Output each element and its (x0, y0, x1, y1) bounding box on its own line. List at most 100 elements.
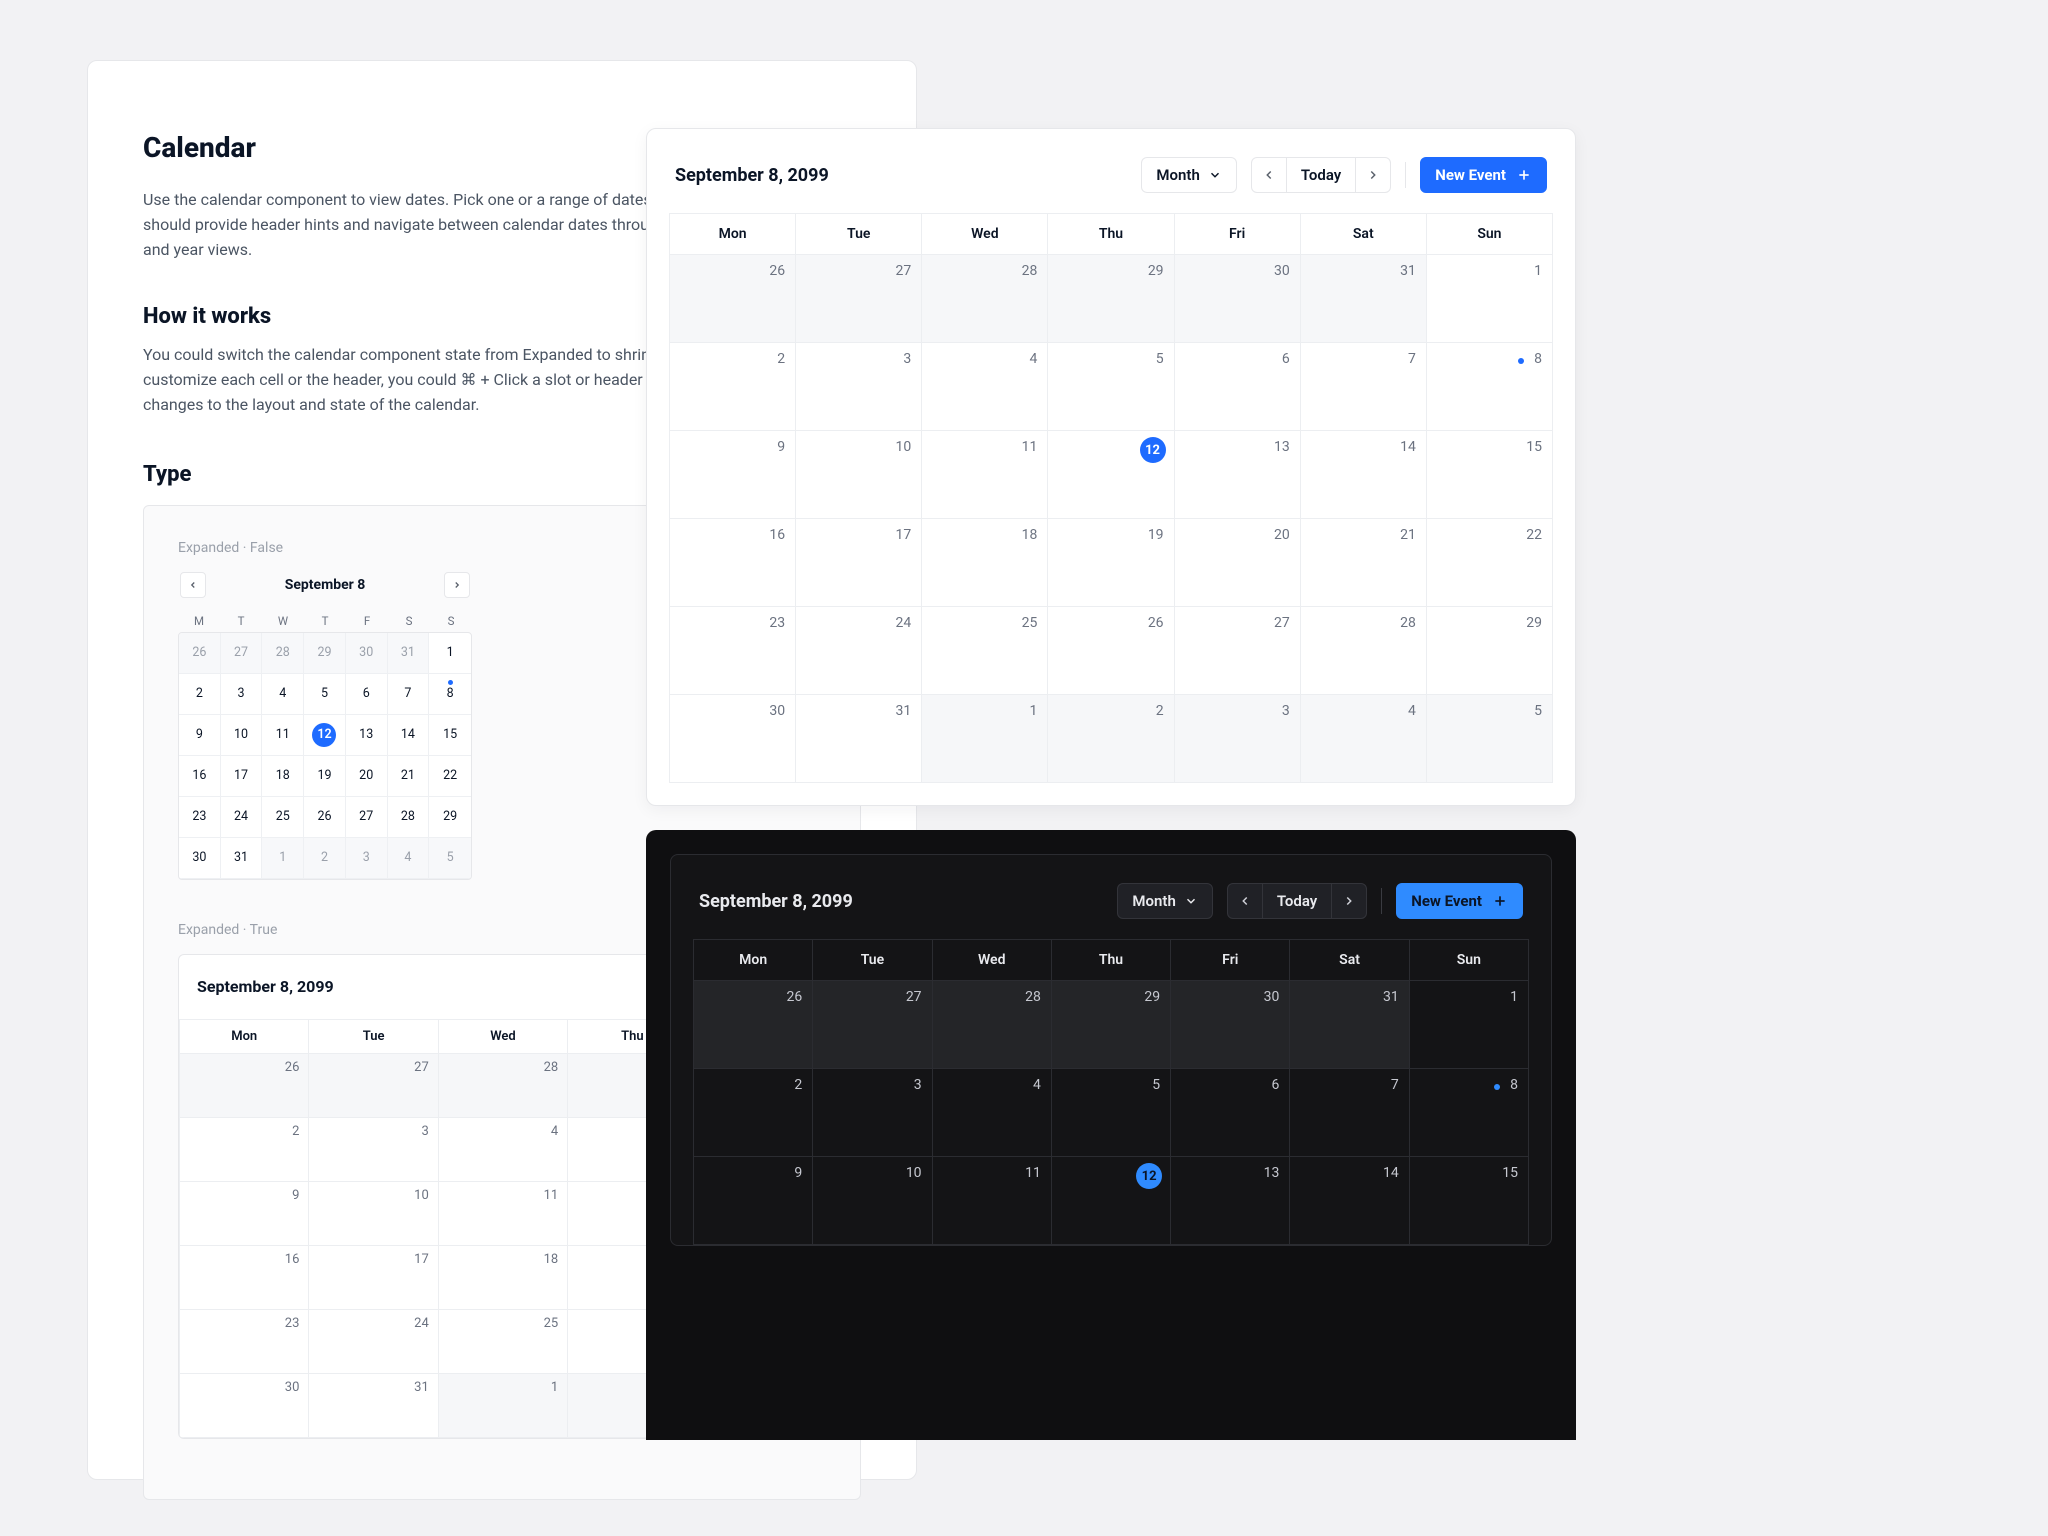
day-cell[interactable]: 3 (813, 1069, 932, 1157)
mini-day-cell[interactable]: 27 (346, 797, 388, 838)
day-cell[interactable]: 7 (1290, 1069, 1409, 1157)
mini-day-cell[interactable]: 13 (346, 715, 388, 756)
day-cell[interactable]: 28 (439, 1054, 568, 1118)
day-cell[interactable]: 28 (922, 255, 1048, 343)
day-cell[interactable]: 28 (1301, 607, 1427, 695)
mini-day-cell[interactable]: 21 (388, 756, 430, 797)
mini-day-cell[interactable]: 24 (221, 797, 263, 838)
today-button[interactable]: Today (1286, 157, 1356, 193)
mini-day-cell[interactable]: 29 (304, 633, 346, 674)
day-cell[interactable]: 11 (933, 1157, 1052, 1245)
day-cell[interactable]: 5 (1052, 1069, 1171, 1157)
mini-day-cell[interactable]: 16 (179, 756, 221, 797)
day-cell[interactable]: 15 (1410, 1157, 1529, 1245)
mini-day-cell[interactable]: 5 (304, 674, 346, 715)
mini-day-cell[interactable]: 4 (388, 838, 430, 879)
day-cell[interactable]: 25 (439, 1310, 568, 1374)
mini-day-cell[interactable]: 5 (429, 838, 471, 879)
day-cell[interactable]: 26 (694, 981, 813, 1069)
day-cell[interactable]: 17 (796, 519, 922, 607)
mini-day-cell[interactable]: 4 (262, 674, 304, 715)
mini-day-cell[interactable]: 2 (179, 674, 221, 715)
day-cell[interactable]: 30 (670, 695, 796, 783)
day-cell[interactable]: 5 (1048, 343, 1174, 431)
day-cell[interactable]: 1 (1410, 981, 1529, 1069)
day-cell[interactable]: 14 (1301, 431, 1427, 519)
day-cell[interactable]: 8 (1410, 1069, 1529, 1157)
day-cell[interactable]: 12 (1048, 431, 1174, 519)
day-cell[interactable]: 30 (180, 1374, 309, 1438)
day-cell[interactable]: 23 (180, 1310, 309, 1374)
mini-day-cell[interactable]: 6 (346, 674, 388, 715)
day-cell[interactable]: 27 (813, 981, 932, 1069)
mini-day-cell[interactable]: 9 (179, 715, 221, 756)
mini-day-cell[interactable]: 29 (429, 797, 471, 838)
day-cell[interactable]: 17 (309, 1246, 438, 1310)
mini-day-cell[interactable]: 3 (221, 674, 263, 715)
day-cell[interactable]: 10 (796, 431, 922, 519)
day-cell[interactable]: 2 (180, 1118, 309, 1182)
day-cell[interactable]: 31 (1301, 255, 1427, 343)
day-cell[interactable]: 13 (1171, 1157, 1290, 1245)
day-cell[interactable]: 4 (439, 1118, 568, 1182)
mini-day-cell[interactable]: 28 (388, 797, 430, 838)
day-cell[interactable]: 13 (1175, 431, 1301, 519)
day-cell[interactable]: 11 (439, 1182, 568, 1246)
mini-day-cell[interactable]: 19 (304, 756, 346, 797)
day-cell[interactable]: 29 (1052, 981, 1171, 1069)
day-cell[interactable]: 9 (670, 431, 796, 519)
mini-day-cell[interactable]: 30 (179, 838, 221, 879)
day-cell[interactable]: 25 (922, 607, 1048, 695)
day-cell[interactable]: 12 (1052, 1157, 1171, 1245)
day-cell[interactable]: 10 (309, 1182, 438, 1246)
mini-day-cell[interactable]: 11 (262, 715, 304, 756)
day-cell[interactable]: 18 (439, 1246, 568, 1310)
day-cell[interactable]: 2 (1048, 695, 1174, 783)
day-cell[interactable]: 7 (1301, 343, 1427, 431)
day-cell[interactable]: 3 (796, 343, 922, 431)
day-cell[interactable]: 6 (1171, 1069, 1290, 1157)
mini-day-cell[interactable]: 18 (262, 756, 304, 797)
day-cell[interactable]: 2 (670, 343, 796, 431)
new-event-button[interactable]: New Event (1396, 883, 1523, 919)
day-cell[interactable]: 31 (796, 695, 922, 783)
mini-day-cell[interactable]: 25 (262, 797, 304, 838)
day-cell[interactable]: 26 (670, 255, 796, 343)
day-cell[interactable]: 30 (1171, 981, 1290, 1069)
day-cell[interactable]: 3 (1175, 695, 1301, 783)
day-cell[interactable]: 20 (1175, 519, 1301, 607)
day-cell[interactable]: 9 (694, 1157, 813, 1245)
day-cell[interactable]: 15 (1427, 431, 1553, 519)
mini-day-cell[interactable]: 14 (388, 715, 430, 756)
day-cell[interactable]: 11 (922, 431, 1048, 519)
day-cell[interactable]: 1 (922, 695, 1048, 783)
day-cell[interactable]: 18 (922, 519, 1048, 607)
day-cell[interactable]: 30 (1175, 255, 1301, 343)
day-cell[interactable]: 29 (1048, 255, 1174, 343)
day-cell[interactable]: 5 (1427, 695, 1553, 783)
prev-button[interactable] (1227, 883, 1263, 919)
day-cell[interactable]: 10 (813, 1157, 932, 1245)
day-cell[interactable]: 8 (1427, 343, 1553, 431)
day-cell[interactable]: 24 (309, 1310, 438, 1374)
next-button[interactable] (1331, 883, 1367, 919)
day-cell[interactable]: 26 (1048, 607, 1174, 695)
mini-day-cell[interactable]: 17 (221, 756, 263, 797)
day-cell[interactable]: 4 (1301, 695, 1427, 783)
new-event-button[interactable]: New Event (1420, 157, 1547, 193)
day-cell[interactable]: 28 (933, 981, 1052, 1069)
mini-day-cell[interactable]: 10 (221, 715, 263, 756)
view-select[interactable]: Month (1117, 883, 1212, 919)
mini-day-cell[interactable]: 28 (262, 633, 304, 674)
day-cell[interactable]: 16 (670, 519, 796, 607)
next-button[interactable] (1355, 157, 1391, 193)
day-cell[interactable]: 14 (1290, 1157, 1409, 1245)
day-cell[interactable]: 31 (1290, 981, 1409, 1069)
mini-day-cell[interactable]: 1 (262, 838, 304, 879)
mini-day-cell[interactable]: 20 (346, 756, 388, 797)
mini-day-cell[interactable]: 31 (221, 838, 263, 879)
day-cell[interactable]: 21 (1301, 519, 1427, 607)
view-select[interactable]: Month (1141, 157, 1236, 193)
day-cell[interactable]: 27 (309, 1054, 438, 1118)
day-cell[interactable]: 19 (1048, 519, 1174, 607)
